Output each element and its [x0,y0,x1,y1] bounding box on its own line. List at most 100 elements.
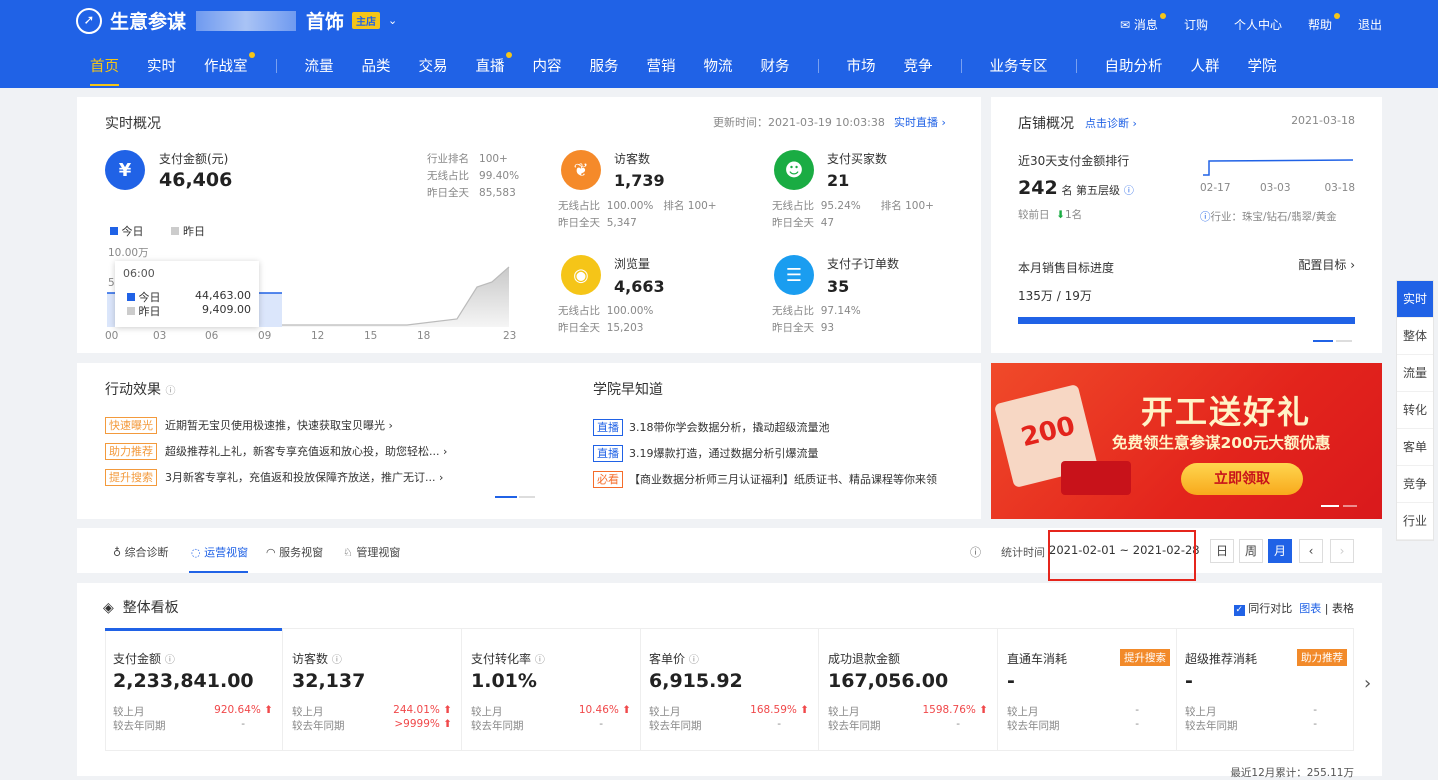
nav-trade[interactable]: 交易 [419,55,448,76]
goal-config-link[interactable]: 配置目标 › [1298,256,1355,273]
rank-dates: 02-17 03-03 03-18 [1200,182,1355,194]
action-list: 快速曝光 近期暂无宝贝使用极速推，快速获取宝贝曝光 › 助力推荐 超级推荐礼上礼，新… [105,413,447,491]
nav-academy[interactable]: 学院 [1248,55,1277,76]
redacted-shop-name [196,10,297,31]
academy-item[interactable]: 直播 3.18带你学会数据分析，撬动超级流量池 [593,415,937,441]
kpi-card[interactable]: 支付金额 ⓘ 2,233,841.00 较上月 920.64% ⬆ 较去年同期 - [105,628,283,751]
visitors-label: 访客数 [614,152,651,166]
tab-diagnosis[interactable]: ♁ 综合诊断 [113,544,169,560]
rank-compare: 较前日 ⬇1名 [1018,209,1083,221]
quick-nav-competition[interactable]: 竞争 [1397,466,1433,503]
realtime-card: 实时概况 更新时间：2021-03-19 10:03:38 实时直播 › ¥ 支… [77,97,981,353]
messages-link[interactable]: ✉ 消息 [1120,13,1166,33]
kpi-card[interactable]: 直通车消耗 提升搜索 - 较上月 - 较去年同期 - [999,628,1177,751]
nav-self-analysis[interactable]: 自助分析 [1105,55,1163,76]
nav-realtime[interactable]: 实时 [147,55,176,76]
view-tabs-bar: ♁ 综合诊断 ◌ 运营视窗 ◠ 服务视窗 ♘ 管理视窗 ⓘ 统计时间 2021-… [77,528,1382,581]
nav-business-zone[interactable]: 业务专区 [990,55,1048,76]
board-title: ◈ 整体看板 [103,600,179,616]
tab-management[interactable]: ♘ 管理视窗 [343,544,400,560]
quick-nav-traffic[interactable]: 流量 [1397,355,1433,392]
nav-finance[interactable]: 财务 [761,55,790,76]
promo-banner[interactable]: 200 开工送好礼 免费领生意参谋200元大额优惠 立即领取 [991,363,1382,519]
nav-logistics[interactable]: 物流 [704,55,733,76]
nav-live[interactable]: 直播 [476,52,512,76]
academy-title: 学院早知道 [593,382,663,398]
nav-market[interactable]: 市场 [847,55,876,76]
academy-item[interactable]: 必看 【商业数据分析师三月认证福利】纸质证书、精品课程等你来领 [593,467,937,493]
store-date: 2021-03-18 [1291,114,1355,127]
chart-legend: 今日 昨日 [110,223,205,239]
right-quick-nav: 实时 整体 流量 转化 客单 竞争 行业 [1396,280,1434,541]
quick-nav-conversion[interactable]: 转化 [1397,392,1433,429]
compare-checkbox[interactable]: ✓ [1233,605,1245,616]
chevron-down-icon[interactable]: ⌄ [388,14,397,27]
period-month-button[interactable]: 月 [1268,539,1292,563]
goal-progress-bar [1018,317,1355,324]
nav-warroom[interactable]: 作战室 [204,52,255,76]
visitors-value: 1,739 [614,171,665,190]
store-card: 店铺概况 点击诊断 › 2021-03-18 近30天支付金额排行 242 名 … [991,97,1382,353]
suborders-stats: 无线占比 97.14% 昨日全天 93 [772,305,861,334]
period-day-button[interactable]: 日 [1210,539,1234,563]
buyers-label: 支付买家数 [827,152,888,166]
realtime-live-link[interactable]: 实时直播 › [894,114,946,130]
logo[interactable]: ➚ 生意参谋 首饰 主店 ⌄ [76,7,397,34]
x-axis-ticks: 00 03 06 09 12 15 18 23 [105,330,517,342]
kpi-card[interactable]: 支付转化率 ⓘ 1.01% 较上月 10.46% ⬆ 较去年同期 - [463,628,641,751]
kpi-card[interactable]: 访客数 ⓘ 32,137 较上月 244.01% ⬆ 较去年同期 >9999% ⬆ [284,628,462,751]
nav-traffic[interactable]: 流量 [305,55,334,76]
pageviews-value: 4,663 [614,277,665,296]
diagnose-link[interactable]: 点击诊断 › [1085,115,1137,131]
quick-nav-realtime[interactable]: 实时 [1397,281,1433,318]
kpi-card[interactable]: 超级推荐消耗 助力推荐 - 较上月 - 较去年同期 - [1177,628,1353,751]
quick-nav-industry[interactable]: 行业 [1397,503,1433,540]
logout-link[interactable]: 退出 [1358,16,1382,33]
kpi-badge[interactable]: 提升搜索 [1120,649,1170,666]
pay-label: 支付金额(元) [159,152,229,166]
footprint-icon: ❦ [561,150,601,190]
quick-nav-aov[interactable]: 客单 [1397,429,1433,466]
next-period-button[interactable]: › [1330,539,1354,563]
table-view-link[interactable]: 表格 [1332,602,1354,615]
order-link[interactable]: 订购 [1184,16,1208,33]
chart-view-link[interactable]: 图表 [1299,602,1321,615]
next-kpi-arrow[interactable]: › [1364,673,1371,694]
rank-title: 近30天支付金额排行 [1018,154,1130,168]
pageviews-stats: 无线占比 100.00% 昨日全天 15,203 [558,305,654,334]
top-bar: ➚ 生意参谋 首饰 主店 ⌄ ✉ 消息 订购 个人中心 帮助 退出 首页 实时 … [0,0,1438,88]
action-item[interactable]: 提升搜索 3月新客专享礼，充值返和投放保障齐放送，推广无订... › [105,465,447,491]
nav-category[interactable]: 品类 [362,55,391,76]
nav-content[interactable]: 内容 [533,55,562,76]
tab-operation[interactable]: ◌ 运营视窗 [191,544,248,560]
claim-button[interactable]: 立即领取 [1181,463,1303,495]
kpi-card[interactable]: 成功退款金额 167,056.00 较上月 1598.76% ⬆ 较去年同期 - [820,628,998,751]
profile-link[interactable]: 个人中心 [1234,16,1282,33]
brand-name: 生意参谋 [110,11,187,33]
goal-value: 135万 / 19万 [1018,289,1092,303]
nav-home[interactable]: 首页 [90,55,119,86]
chart-tooltip: 06:00 今日 44,463.00 昨日 9,409.00 [115,261,259,327]
quick-nav-overall[interactable]: 整体 [1397,318,1433,355]
info-icon[interactable]: ⓘ [970,544,981,560]
yen-icon: ¥ [105,150,145,190]
buyers-icon: ☻ [774,150,814,190]
nav-marketing[interactable]: 营销 [647,55,676,76]
nav-competition[interactable]: 竞争 [904,55,933,76]
nav-crowd[interactable]: 人群 [1191,55,1220,76]
academy-item[interactable]: 直播 3.19爆款打造，通过数据分析引爆流量 [593,441,937,467]
kpi-card[interactable]: 客单价 ⓘ 6,915.92 较上月 168.59% ⬆ 较去年同期 - [641,628,819,751]
action-item[interactable]: 助力推荐 超级推荐礼上礼，新客专享充值返和放心投，助您轻松... › [105,439,447,465]
prev-period-button[interactable]: ‹ [1299,539,1323,563]
highlight-box [1048,530,1196,581]
help-link[interactable]: 帮助 [1308,13,1340,33]
layers-icon: ◈ [103,600,114,616]
goal-title: 本月销售目标进度 [1018,261,1115,275]
tab-service[interactable]: ◠ 服务视窗 [266,544,323,560]
action-item[interactable]: 快速曝光 近期暂无宝贝使用极速推，快速获取宝贝曝光 › [105,413,447,439]
nav-service[interactable]: 服务 [590,55,619,76]
period-week-button[interactable]: 周 [1239,539,1263,563]
kpi-badge[interactable]: 助力推荐 [1297,649,1347,666]
help-icon[interactable]: ⓘ [1124,186,1134,197]
buyers-stats: 无线占比 95.24% 排名 100+ 昨日全天 47 [772,200,934,229]
